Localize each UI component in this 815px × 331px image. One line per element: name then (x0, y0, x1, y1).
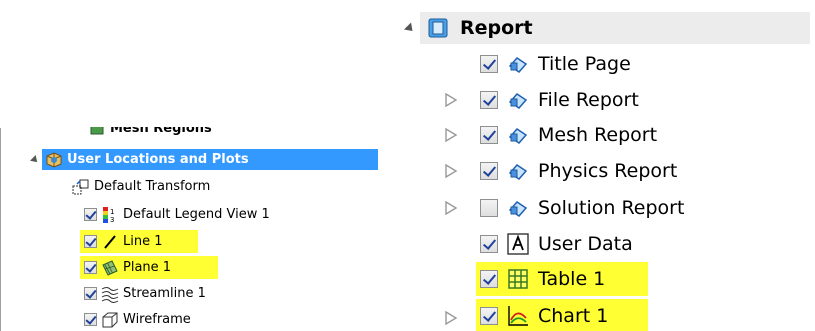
tree-item-mesh-report[interactable]: Mesh Report (480, 118, 657, 152)
tree-item-user-data[interactable]: User Data (480, 227, 633, 261)
tree-item-mesh-regions[interactable]: Mesh Regions (84, 121, 212, 140)
visibility-checkbox[interactable] (84, 208, 97, 221)
include-checkbox[interactable] (480, 162, 498, 180)
include-checkbox[interactable] (480, 270, 498, 288)
tree-item-wireframe[interactable]: Wireframe (84, 308, 191, 331)
tree-item-label: Line 1 (123, 234, 163, 249)
expand-arrow-icon[interactable] (444, 200, 458, 216)
table-icon (506, 267, 530, 291)
chart-icon (506, 304, 530, 328)
report-page-icon (506, 123, 530, 147)
plane-icon (101, 259, 119, 277)
user-data-icon (506, 232, 530, 256)
legend-icon: 1 3 (101, 206, 119, 224)
streamline-icon (101, 285, 119, 303)
wireframe-icon (101, 311, 119, 329)
tree-node-label: User Locations and Plots (67, 152, 249, 167)
tree-item-physics-report[interactable]: Physics Report (480, 154, 677, 188)
svg-text:1: 1 (110, 208, 114, 216)
report-page-icon (506, 88, 530, 112)
mesh-regions-icon (88, 127, 106, 138)
selected-node-highlight[interactable]: User Locations and Plots (42, 149, 378, 170)
tree-item-label: Mesh Regions (110, 121, 212, 136)
report-page-icon (506, 52, 530, 76)
collapse-arrow-icon[interactable] (400, 21, 420, 35)
tree-item-label: Plane 1 (123, 260, 172, 275)
tree-item-default-transform[interactable]: Default Transform (68, 175, 210, 198)
tree-item-label: Chart 1 (538, 305, 609, 327)
tree-item-label: File Report (538, 89, 639, 111)
tree-item-label: User Data (538, 233, 633, 255)
tree-item-chart[interactable]: Chart 1 (476, 299, 648, 331)
tree-node-report[interactable]: Report (400, 11, 810, 45)
transform-icon (72, 178, 90, 196)
tree-item-label: Default Legend View 1 (123, 207, 270, 222)
include-checkbox[interactable] (480, 55, 498, 73)
visibility-checkbox[interactable] (84, 287, 97, 300)
tree-item-table[interactable]: Table 1 (476, 262, 648, 296)
line-icon (101, 233, 119, 251)
report-icon (426, 16, 450, 40)
tree-divider-line (0, 128, 1, 331)
report-page-icon (506, 196, 530, 220)
left-tree-panel: Mesh Regions User Locations and Plots De… (0, 0, 380, 331)
expand-arrow-icon[interactable] (444, 92, 458, 108)
user-locations-icon (45, 151, 63, 169)
tree-item-label: Table 1 (538, 268, 606, 290)
visibility-checkbox[interactable] (84, 261, 97, 274)
svg-text:3: 3 (110, 216, 114, 224)
tree-node-user-locations[interactable]: User Locations and Plots (28, 148, 378, 171)
tree-item-label: Mesh Report (538, 124, 658, 146)
tree-item-file-report[interactable]: File Report (480, 83, 639, 117)
tree-item-label: Default Transform (94, 179, 211, 194)
tree-item-plane[interactable]: Plane 1 (80, 256, 218, 279)
include-checkbox[interactable] (480, 91, 498, 109)
expand-arrow-icon[interactable] (444, 163, 458, 179)
tree-item-line[interactable]: Line 1 (80, 230, 198, 253)
right-tree-panel: Report Title Page File Report Mesh Repor… (400, 0, 815, 331)
visibility-checkbox[interactable] (84, 313, 97, 326)
tree-item-label: Streamline 1 (123, 286, 206, 301)
visibility-checkbox[interactable] (84, 235, 97, 248)
tree-item-label: Title Page (538, 53, 631, 75)
tree-item-solution-report[interactable]: Solution Report (480, 191, 684, 225)
report-page-icon (506, 159, 530, 183)
expand-arrow-icon[interactable] (444, 127, 458, 143)
report-node-header[interactable]: Report (420, 12, 810, 44)
tree-item-default-legend-view[interactable]: 1 3 Default Legend View 1 (84, 203, 270, 226)
include-checkbox[interactable] (480, 307, 498, 325)
collapse-arrow-icon[interactable] (28, 154, 42, 165)
tree-item-streamline[interactable]: Streamline 1 (84, 282, 206, 305)
tree-item-label: Wireframe (123, 312, 191, 327)
include-checkbox[interactable] (480, 199, 498, 217)
expand-arrow-icon[interactable] (444, 310, 458, 326)
include-checkbox[interactable] (480, 126, 498, 144)
tree-item-label: Physics Report (538, 160, 678, 182)
tree-item-label: Solution Report (538, 197, 685, 219)
include-checkbox[interactable] (480, 235, 498, 253)
tree-node-label: Report (460, 17, 533, 39)
tree-item-title-page[interactable]: Title Page (480, 47, 631, 81)
